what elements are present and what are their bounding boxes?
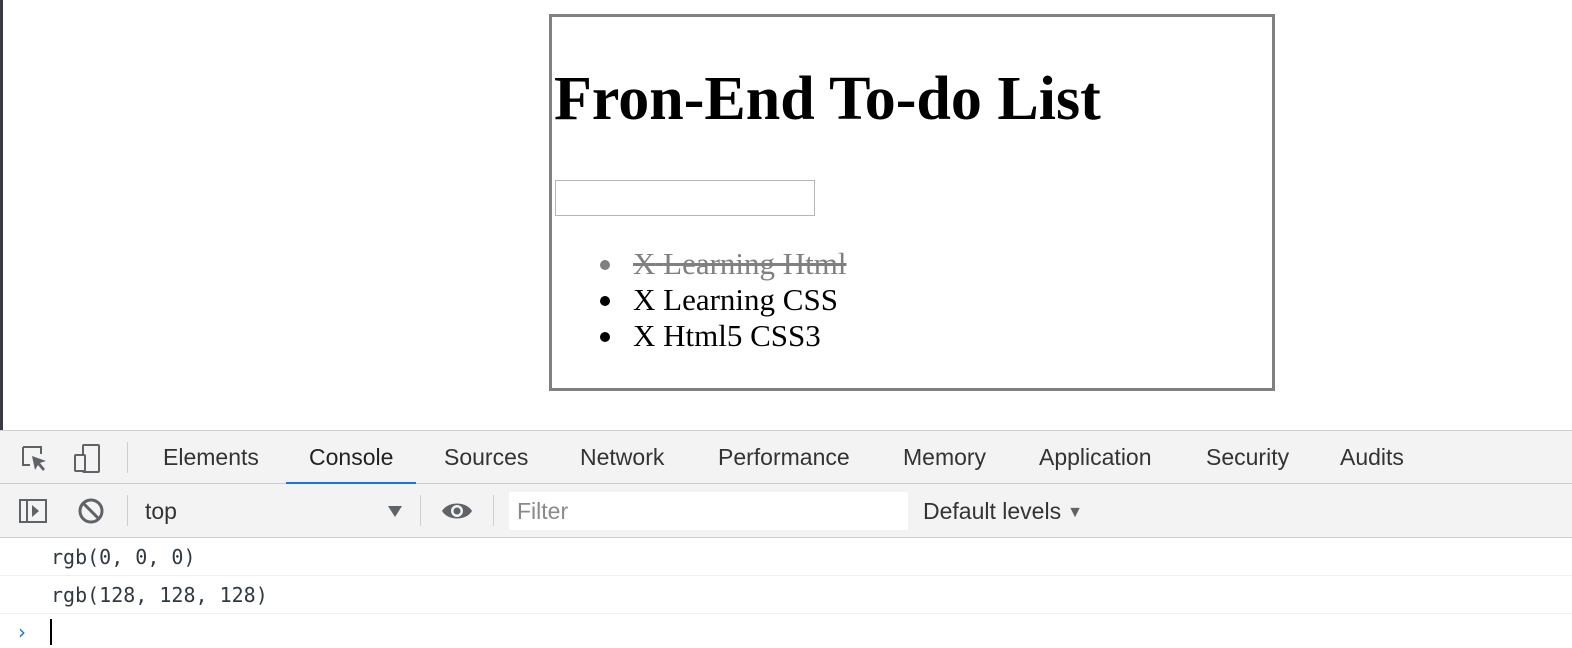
- tab-network[interactable]: Network: [557, 431, 687, 484]
- console-message: rgb(128, 128, 128): [0, 576, 1572, 614]
- console-filter-input[interactable]: [509, 492, 908, 530]
- todo-container: Fron-End To-do List X Learning Html X Le…: [549, 14, 1275, 391]
- dropdown-arrow-icon[interactable]: [388, 506, 402, 517]
- page-viewport: Fron-End To-do List X Learning Html X Le…: [0, 0, 1572, 430]
- window-edge: [0, 0, 3, 430]
- remove-item-button[interactable]: X: [633, 282, 655, 317]
- toolbar-divider: [127, 442, 128, 473]
- todo-item[interactable]: X Learning Html: [552, 246, 847, 282]
- bullet-icon: [600, 296, 610, 306]
- log-levels-dropdown[interactable]: Default levels ▼: [923, 494, 1083, 528]
- page-title: Fron-End To-do List: [554, 65, 1101, 133]
- tab-application[interactable]: Application: [1016, 431, 1175, 484]
- sidebar-toggle-icon[interactable]: [18, 496, 48, 526]
- console-output: rgb(0, 0, 0) rgb(128, 128, 128) ›: [0, 538, 1572, 648]
- prompt-chevron-icon: ›: [18, 620, 26, 644]
- tab-performance[interactable]: Performance: [695, 431, 873, 484]
- remove-item-button[interactable]: X: [633, 318, 655, 353]
- bullet-icon: [600, 260, 610, 270]
- toolbar-divider: [420, 495, 421, 526]
- todo-item[interactable]: X Learning CSS: [552, 282, 847, 318]
- tab-audits[interactable]: Audits: [1317, 431, 1427, 484]
- text-cursor: [50, 619, 52, 645]
- devtools-tabbar: Elements Console Sources Network Perform…: [0, 430, 1572, 485]
- new-todo-input[interactable]: [555, 180, 815, 216]
- tab-elements[interactable]: Elements: [140, 431, 282, 484]
- tab-sources[interactable]: Sources: [421, 431, 551, 484]
- context-select[interactable]: top: [145, 494, 410, 528]
- tab-security[interactable]: Security: [1183, 431, 1312, 484]
- clear-console-icon[interactable]: [76, 496, 106, 526]
- todo-item-label: Learning Html: [663, 246, 847, 281]
- console-toolbar: top Default levels ▼: [0, 484, 1572, 538]
- todo-item[interactable]: X Html5 CSS3: [552, 318, 847, 354]
- tab-console[interactable]: Console: [286, 431, 417, 485]
- device-toolbar-icon[interactable]: [73, 443, 103, 473]
- remove-item-button[interactable]: X: [633, 246, 655, 281]
- todo-list: X Learning Html X Learning CSS X Html5 C…: [552, 246, 847, 354]
- console-message: rgb(0, 0, 0): [0, 538, 1572, 576]
- todo-item-label: Html5 CSS3: [663, 318, 821, 353]
- toolbar-divider: [127, 495, 128, 526]
- todo-item-label: Learning CSS: [663, 282, 838, 317]
- eye-icon[interactable]: [440, 496, 474, 526]
- tab-memory[interactable]: Memory: [880, 431, 1009, 484]
- chevron-down-icon: ▼: [1067, 504, 1083, 521]
- devtools-panel: Elements Console Sources Network Perform…: [0, 430, 1572, 648]
- inspect-element-icon[interactable]: [19, 443, 49, 473]
- toolbar-divider: [493, 495, 494, 526]
- bullet-icon: [600, 332, 610, 342]
- log-levels-label: Default levels: [923, 498, 1062, 524]
- console-prompt[interactable]: ›: [0, 615, 1572, 648]
